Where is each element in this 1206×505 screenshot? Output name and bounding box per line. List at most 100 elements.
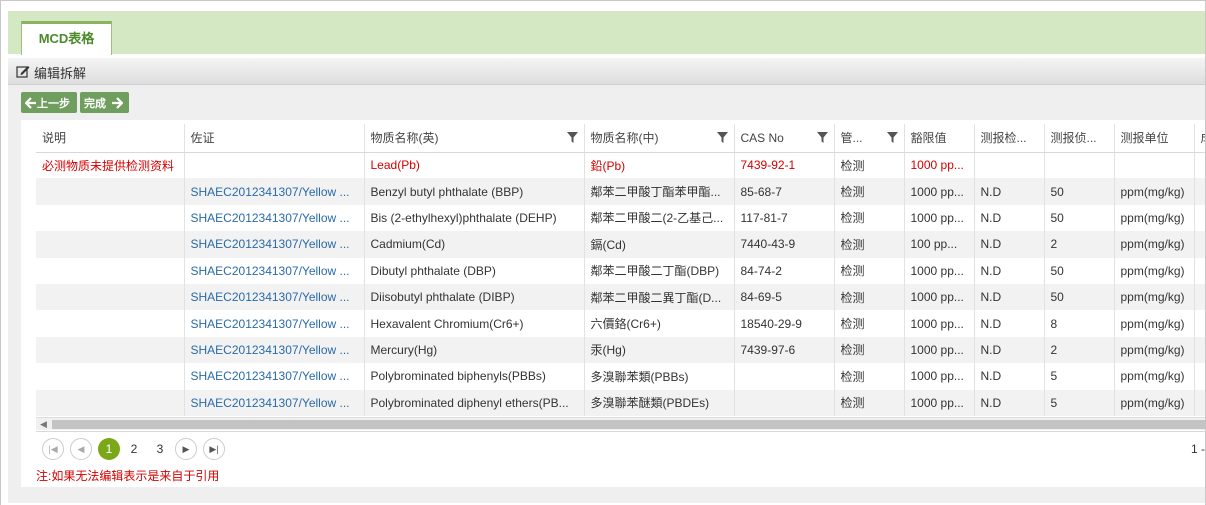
table-cell[interactable]: 鄰苯二甲酸丁酯苯甲酯... bbox=[584, 178, 735, 205]
table-cell[interactable]: 5 bbox=[1044, 363, 1115, 390]
next-page-button[interactable]: ▶ bbox=[175, 438, 197, 460]
table-cell[interactable]: 1000 pp... bbox=[904, 283, 975, 311]
table-cell[interactable]: N.D bbox=[974, 204, 1045, 232]
table-cell[interactable]: 多溴聯苯類(PBBs) bbox=[584, 363, 735, 390]
table-cell[interactable] bbox=[36, 363, 185, 390]
table-cell[interactable]: ppm(mg/kg) bbox=[1114, 231, 1195, 258]
table-cell[interactable]: SHAEC2012341307/Yellow ... bbox=[184, 257, 365, 284]
table-cell[interactable]: 7439-92-1 bbox=[734, 152, 835, 179]
filter-icon[interactable] bbox=[716, 132, 728, 146]
table-cell[interactable] bbox=[1194, 310, 1205, 337]
table-cell[interactable]: 汞(Hg) bbox=[584, 336, 735, 364]
col-header-description[interactable]: 说明 bbox=[36, 124, 185, 153]
table-cell[interactable] bbox=[1194, 283, 1205, 311]
col-header-cas-no[interactable]: CAS No bbox=[734, 124, 835, 153]
table-cell[interactable]: 多溴聯苯醚類(PBDEs) bbox=[584, 389, 735, 416]
table-cell[interactable]: 2 bbox=[1044, 231, 1115, 258]
col-header-evidence[interactable]: 佐证 bbox=[184, 124, 365, 153]
table-cell[interactable]: SHAEC2012341307/Yellow ... bbox=[184, 336, 365, 364]
col-header-control[interactable]: 管... bbox=[834, 124, 905, 153]
table-row[interactable]: 必测物质未提供检测资料 Lead(Pb) 鉛(Pb) 7439-92-1 检测 1000 … bbox=[36, 152, 1205, 179]
table-cell[interactable]: N.D bbox=[974, 363, 1045, 390]
col-header-unit[interactable]: 测报单位 bbox=[1114, 124, 1195, 153]
finish-button[interactable]: 完成 bbox=[80, 92, 129, 113]
table-cell[interactable]: Cadmium(Cd) bbox=[364, 231, 585, 258]
table-cell[interactable]: 鉛(Pb) bbox=[584, 152, 735, 179]
table-cell[interactable] bbox=[734, 363, 835, 390]
col-header-exemption-limit[interactable]: 豁限值 bbox=[904, 124, 975, 153]
table-cell[interactable]: SHAEC2012341307/Yellow ... bbox=[184, 310, 365, 337]
table-cell[interactable]: 六價鉻(Cr6+) bbox=[584, 310, 735, 337]
table-cell[interactable]: 1000 pp... bbox=[904, 363, 975, 390]
table-cell[interactable]: Diisobutyl phthalate (DIBP) bbox=[364, 283, 585, 311]
table-cell[interactable]: 1000 pp... bbox=[904, 389, 975, 416]
table-cell[interactable]: 鄰苯二甲酸二(2-乙基己... bbox=[584, 204, 735, 232]
table-cell[interactable] bbox=[1194, 257, 1205, 284]
table-cell[interactable] bbox=[1044, 152, 1115, 179]
table-cell[interactable]: N.D bbox=[974, 336, 1045, 364]
table-cell[interactable]: Bis (2-ethylhexyl)phthalate (DEHP) bbox=[364, 204, 585, 232]
table-cell[interactable]: 8 bbox=[1044, 310, 1115, 337]
table-cell[interactable]: ppm(mg/kg) bbox=[1114, 363, 1195, 390]
table-cell[interactable]: 1000 pp... bbox=[904, 178, 975, 205]
table-cell[interactable]: 检测 bbox=[834, 178, 905, 205]
scroll-left-icon[interactable]: ◀ bbox=[40, 419, 47, 430]
table-cell[interactable]: 鎘(Cd) bbox=[584, 231, 735, 258]
table-row[interactable]: SHAEC2012341307/Yellow ... Cadmium(Cd) 鎘(C… bbox=[36, 231, 1205, 258]
table-cell[interactable]: 50 bbox=[1044, 283, 1115, 311]
tab-mcd-table[interactable]: MCD表格 bbox=[21, 21, 112, 55]
table-row[interactable]: SHAEC2012341307/Yellow ... Diisobutyl pht… bbox=[36, 283, 1205, 311]
table-cell[interactable] bbox=[36, 283, 185, 311]
table-cell[interactable]: SHAEC2012341307/Yellow ... bbox=[184, 283, 365, 311]
table-cell[interactable] bbox=[36, 257, 185, 284]
table-cell[interactable] bbox=[36, 231, 185, 258]
table-cell[interactable]: 18540-29-9 bbox=[734, 310, 835, 337]
table-cell[interactable]: 检测 bbox=[834, 231, 905, 258]
table-cell[interactable]: SHAEC2012341307/Yellow ... bbox=[184, 363, 365, 390]
table-cell[interactable] bbox=[1194, 178, 1205, 205]
col-header-test-value[interactable]: 测报检... bbox=[974, 124, 1045, 153]
table-cell[interactable]: 1000 pp... bbox=[904, 152, 975, 179]
table-cell[interactable] bbox=[36, 310, 185, 337]
table-cell[interactable]: Dibutyl phthalate (DBP) bbox=[364, 257, 585, 284]
table-cell[interactable] bbox=[36, 178, 185, 205]
table-cell[interactable]: 5 bbox=[1044, 389, 1115, 416]
table-cell[interactable]: SHAEC2012341307/Yellow ... bbox=[184, 231, 365, 258]
table-cell[interactable]: N.D bbox=[974, 231, 1045, 258]
page-2-button[interactable]: 2 bbox=[123, 438, 145, 460]
table-row[interactable]: SHAEC2012341307/Yellow ... Polybrominated… bbox=[36, 389, 1205, 416]
table-cell[interactable]: 检测 bbox=[834, 152, 905, 179]
table-cell[interactable] bbox=[1194, 389, 1205, 416]
table-cell[interactable]: 84-74-2 bbox=[734, 257, 835, 284]
table-cell[interactable]: N.D bbox=[974, 389, 1045, 416]
table-cell[interactable]: ppm(mg/kg) bbox=[1114, 310, 1195, 337]
horizontal-scrollbar[interactable]: ◀ bbox=[36, 417, 1206, 430]
col-header-detection-limit[interactable]: 测报侦... bbox=[1044, 124, 1115, 153]
table-cell[interactable]: Mercury(Hg) bbox=[364, 336, 585, 364]
table-cell[interactable]: 50 bbox=[1044, 257, 1115, 284]
edit-breakdown-button[interactable]: 编辑拆解 bbox=[16, 63, 86, 82]
table-cell[interactable]: 检测 bbox=[834, 336, 905, 364]
table-cell[interactable]: Benzyl butyl phthalate (BBP) bbox=[364, 178, 585, 205]
table-cell[interactable] bbox=[36, 389, 185, 416]
table-cell[interactable] bbox=[1194, 152, 1205, 179]
table-cell[interactable]: 检测 bbox=[834, 204, 905, 232]
table-row[interactable]: SHAEC2012341307/Yellow ... Dibutyl phthal… bbox=[36, 257, 1205, 284]
table-cell[interactable]: ppm(mg/kg) bbox=[1114, 204, 1195, 232]
table-cell[interactable] bbox=[1194, 204, 1205, 232]
table-cell[interactable]: 1000 pp... bbox=[904, 204, 975, 232]
col-header-substance-cn[interactable]: 物质名称(中) bbox=[584, 124, 735, 153]
table-cell[interactable]: 7440-43-9 bbox=[734, 231, 835, 258]
table-cell[interactable]: 85-68-7 bbox=[734, 178, 835, 205]
table-cell[interactable]: 2 bbox=[1044, 336, 1115, 364]
table-cell[interactable]: SHAEC2012341307/Yellow ... bbox=[184, 204, 365, 232]
table-cell[interactable] bbox=[1194, 231, 1205, 258]
filter-icon[interactable] bbox=[886, 132, 898, 146]
table-cell[interactable] bbox=[184, 152, 365, 179]
table-cell[interactable] bbox=[1194, 336, 1205, 364]
table-cell[interactable]: 50 bbox=[1044, 204, 1115, 232]
table-cell[interactable]: 7439-97-6 bbox=[734, 336, 835, 364]
table-row[interactable]: SHAEC2012341307/Yellow ... Hexavalent Chr… bbox=[36, 310, 1205, 337]
table-row[interactable]: SHAEC2012341307/Yellow ... Mercury(Hg) 汞(H… bbox=[36, 336, 1205, 364]
table-cell[interactable]: 100 pp... bbox=[904, 231, 975, 258]
